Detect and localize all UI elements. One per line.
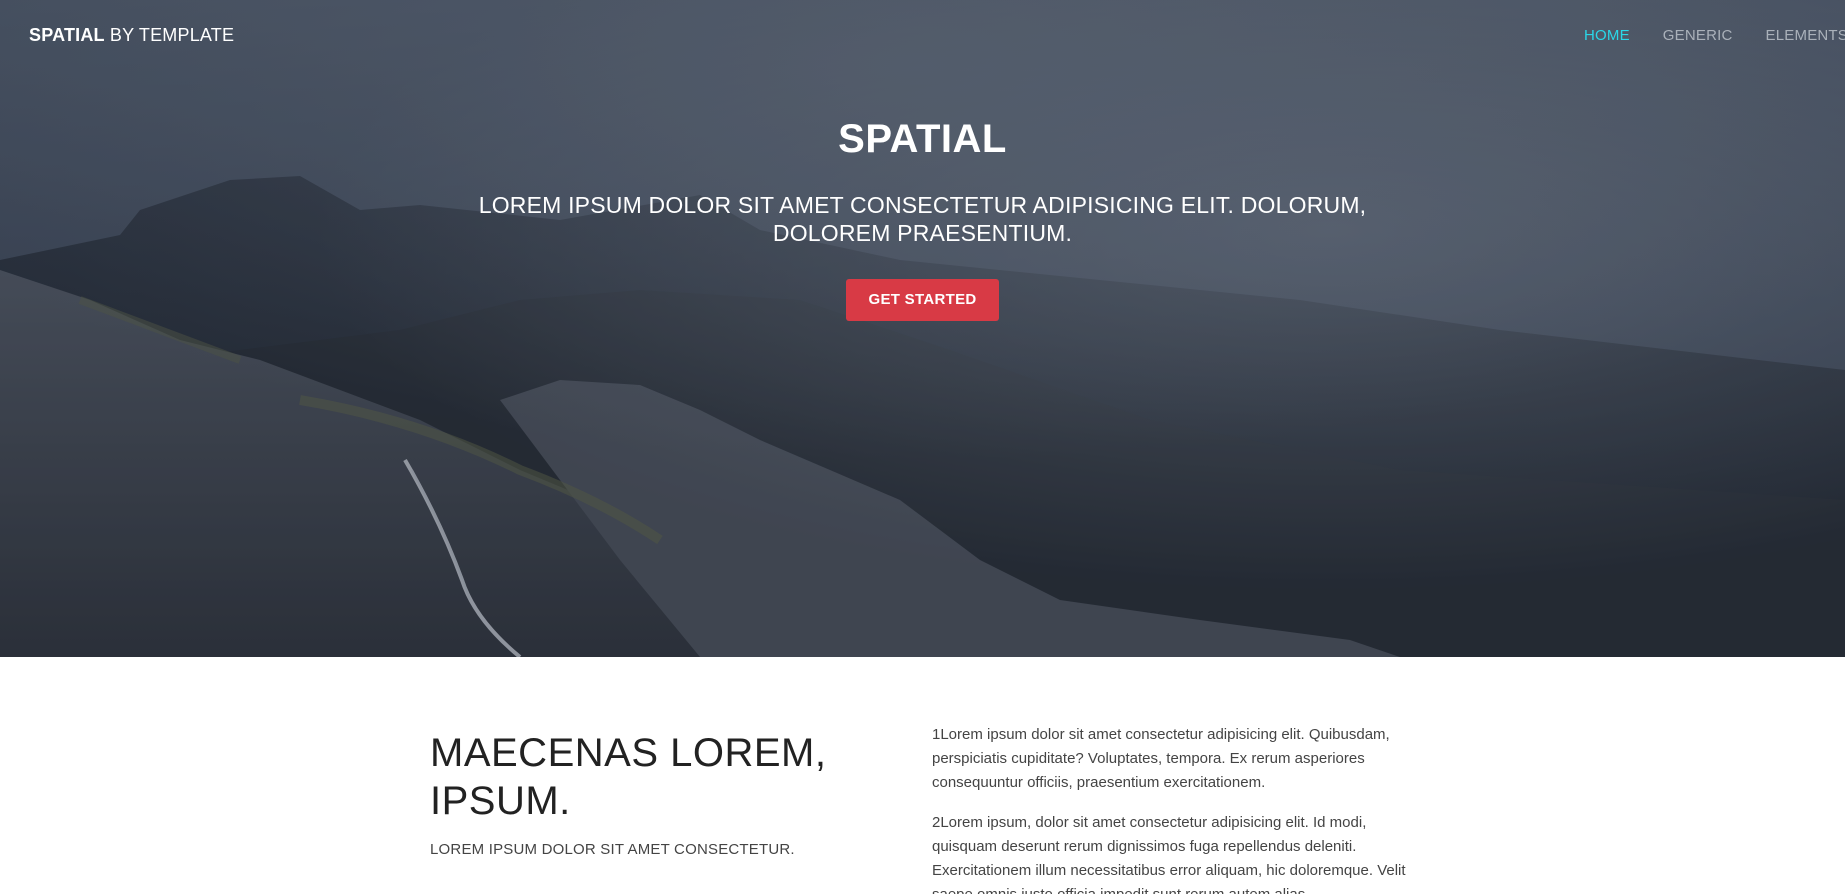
get-started-button[interactable]: GET STARTED — [846, 279, 999, 321]
nav-link-elements[interactable]: ELEMENTS — [1766, 27, 1845, 44]
intro-right-column: 1Lorem ipsum dolor sit amet consectetur … — [932, 723, 1412, 894]
brand-suffix: BY TEMPLATE — [104, 24, 235, 45]
intro-left-column: MAECENAS LOREM, IPSUM. LOREM IPSUM DOLOR… — [430, 729, 870, 858]
hero-banner: SPATIAL BY TEMPLATE HOME GENERIC ELEMENT… — [0, 0, 1845, 657]
hero-title: SPATIAL — [838, 117, 1007, 161]
section-title: MAECENAS LOREM, IPSUM. — [430, 731, 827, 823]
section-subtitle: LOREM IPSUM DOLOR SIT AMET CONSECTETUR. — [430, 841, 795, 858]
paragraph-2: 2Lorem ipsum, dolor sit amet consectetur… — [932, 814, 1406, 894]
brand-name: SPATIAL — [29, 24, 105, 45]
nav-menu: HOME GENERIC ELEMENTS — [1584, 27, 1845, 44]
intro-section: MAECENAS LOREM, IPSUM. LOREM IPSUM DOLOR… — [0, 657, 1845, 894]
brand-logo-link[interactable]: SPATIAL BY TEMPLATE — [29, 25, 234, 46]
mountain-background-image — [0, 0, 1845, 657]
nav-link-generic[interactable]: GENERIC — [1663, 27, 1733, 44]
paragraph-1: 1Lorem ipsum dolor sit amet consectetur … — [932, 726, 1390, 791]
hero-content: SPATIAL LOREM IPSUM DOLOR SIT AMET CONSE… — [0, 117, 1845, 321]
hero-subtitle: LOREM IPSUM DOLOR SIT AMET CONSECTETUR A… — [478, 192, 1367, 246]
top-navigation: SPATIAL BY TEMPLATE HOME GENERIC ELEMENT… — [0, 0, 1845, 70]
nav-link-home[interactable]: HOME — [1584, 27, 1630, 44]
